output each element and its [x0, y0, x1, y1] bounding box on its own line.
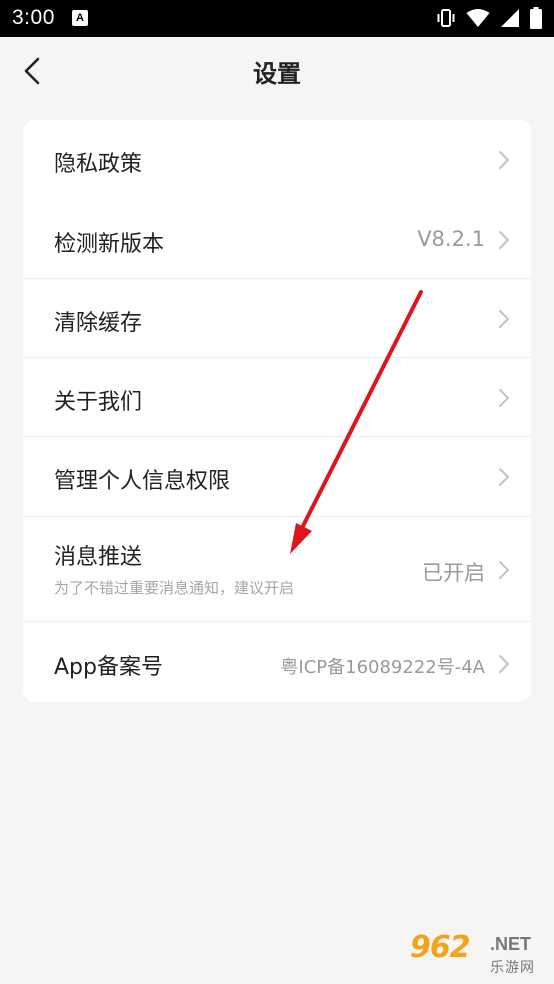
settings-item-privacy-policy[interactable]: 隐私政策: [23, 120, 531, 200]
signal-icon: [501, 9, 519, 27]
battery-icon: [530, 7, 542, 29]
push-status-value: 已开启: [422, 561, 485, 585]
settings-item-label: 关于我们: [54, 390, 143, 415]
watermark-number: 962: [410, 930, 471, 965]
settings-item-label: 消息推送: [54, 545, 143, 570]
settings-item-label: 隐私政策: [54, 152, 143, 177]
settings-item-icp-filing[interactable]: App备案号 粤ICP备16089222号-4A: [23, 622, 531, 702]
chevron-right-icon: [499, 389, 509, 407]
app-header: 设置: [0, 37, 554, 105]
settings-item-clear-cache[interactable]: 清除缓存: [23, 279, 531, 358]
wifi-icon: [466, 9, 490, 27]
icp-number-value: 粤ICP备16089222号-4A: [280, 657, 485, 678]
status-time: 3:00: [12, 6, 55, 29]
settings-item-label: 清除缓存: [54, 311, 143, 336]
settings-item-push-notifications[interactable]: 消息推送 为了不错过重要消息通知，建议开启 已开启: [23, 517, 531, 622]
vibrate-icon: [437, 9, 455, 27]
version-value: V8.2.1: [417, 227, 485, 251]
chevron-right-icon: [499, 231, 509, 249]
a-notification-icon: A: [72, 10, 88, 26]
settings-item-about-us[interactable]: 关于我们: [23, 358, 531, 437]
settings-card: 隐私政策 检测新版本 V8.2.1 清除缓存 关于我们 管理个人信息权限 消息推…: [23, 120, 531, 702]
settings-item-subtitle: 为了不错过重要消息通知，建议开启: [54, 579, 295, 597]
settings-item-label: 管理个人信息权限: [54, 469, 231, 494]
settings-item-label: 检测新版本: [54, 232, 165, 257]
chevron-right-icon: [499, 151, 509, 169]
watermark-domain: .NET: [490, 934, 532, 954]
chevron-right-icon: [499, 561, 509, 579]
settings-item-label: App备案号: [54, 655, 163, 680]
chevron-right-icon: [499, 310, 509, 328]
watermark-logo: 962 .NET 乐游网: [410, 930, 546, 980]
chevron-right-icon: [499, 655, 509, 673]
settings-item-check-version[interactable]: 检测新版本 V8.2.1: [23, 200, 531, 279]
page-title: 设置: [253, 60, 301, 88]
status-icons: [436, 7, 542, 29]
chevron-right-icon: [499, 468, 509, 486]
watermark-site: 乐游网: [490, 960, 535, 976]
status-bar: 3:00 A: [0, 0, 554, 37]
settings-item-manage-permissions[interactable]: 管理个人信息权限: [23, 437, 531, 517]
